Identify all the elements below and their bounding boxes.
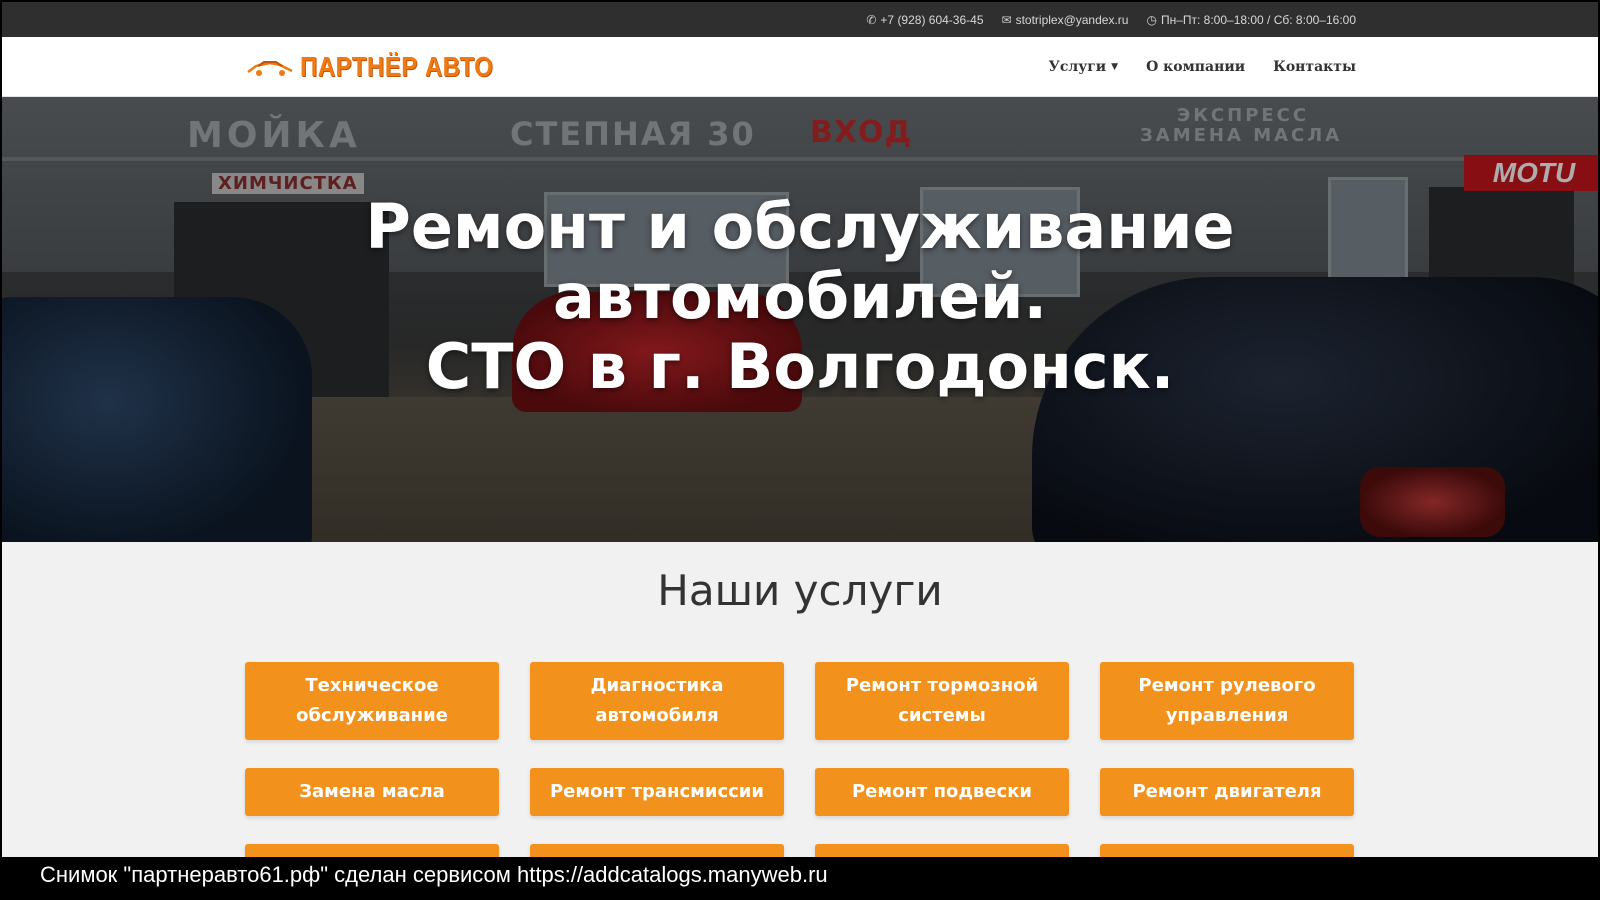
email-address: stotriplex@yandex.ru — [1015, 12, 1129, 27]
hero-banner: МОЙКА СТЕПНАЯ 30 ВХОД ХИМЧИСТКА ЭКСПРЕСС… — [2, 97, 1598, 542]
service-label: Техническое — [305, 675, 439, 696]
clock-icon: ◷ — [1146, 12, 1157, 27]
browser-viewport: ✆ +7 (928) 604-36-45 ✉ stotriplex@yandex… — [2, 2, 1598, 857]
nav-item-about[interactable]: О компании — [1146, 59, 1245, 75]
service-label: Ремонт рулевого — [1138, 675, 1316, 696]
service-brakes-button[interactable]: Ремонт тормозной системы — [815, 662, 1069, 740]
nav-item-services[interactable]: Услуги ▼ — [1048, 59, 1118, 75]
service-label: Ремонт тормозной — [845, 675, 1039, 696]
service-label: Ремонт подвески — [851, 781, 1033, 802]
service-maintenance-button[interactable]: Техническое обслуживание — [245, 662, 499, 740]
phone-number: +7 (928) 604-36-45 — [880, 12, 984, 27]
envelope-icon: ✉ — [1001, 12, 1012, 27]
service-button-partial[interactable] — [1100, 844, 1354, 857]
service-transmission-button[interactable]: Ремонт трансмиссии — [530, 768, 784, 816]
service-label: обслуживание — [296, 705, 448, 726]
service-button-partial[interactable] — [245, 844, 499, 857]
service-label: Диагностика — [590, 675, 724, 696]
logo[interactable]: ПАРТНЁР АВТО — [246, 51, 525, 83]
service-diagnostics-button[interactable]: Диагностика автомобиля — [530, 662, 784, 740]
services-title: Наши услуги — [657, 566, 943, 615]
service-label: автомобиля — [595, 705, 719, 726]
service-label: Ремонт двигателя — [1132, 781, 1322, 802]
service-label: управления — [1165, 705, 1289, 726]
nav-label: Контакты — [1273, 59, 1356, 75]
hero-heading-line: автомобилей. — [552, 260, 1048, 333]
services-section: Наши услуги Техническое обслуживание Диаг… — [2, 542, 1598, 857]
nav-item-contacts[interactable]: Контакты — [1273, 59, 1356, 75]
service-button-partial[interactable] — [815, 844, 1069, 857]
service-engine-button[interactable]: Ремонт двигателя — [1100, 768, 1354, 816]
car-logo-icon — [247, 61, 293, 76]
hours-text: Пн–Пт: 8:00–18:00 / Сб: 8:00–16:00 — [1160, 12, 1356, 27]
service-label: Ремонт трансмиссии — [549, 781, 765, 802]
hero-heading: Ремонт и обслуживание автомобилей. СТО в… — [2, 192, 1598, 402]
logo-text: ПАРТНЁР АВТО — [300, 51, 494, 82]
service-suspension-button[interactable]: Ремонт подвески — [815, 768, 1069, 816]
service-button-partial[interactable] — [530, 844, 784, 857]
working-hours: ◷ Пн–Пт: 8:00–18:00 / Сб: 8:00–16:00 — [1146, 13, 1356, 27]
service-label: Замена масла — [299, 781, 445, 802]
main-nav: Услуги ▼ О компании Контакты — [1048, 37, 1356, 97]
chevron-down-icon: ▼ — [1111, 62, 1119, 72]
email-contact[interactable]: ✉ stotriplex@yandex.ru — [1002, 13, 1129, 27]
service-label: системы — [898, 705, 986, 726]
site-header: ПАРТНЁР АВТО Услуги ▼ О компании Контакт… — [2, 37, 1598, 97]
nav-label: О компании — [1146, 59, 1246, 75]
screenshot-caption: Снимок "партнеравто61.рф" сделан сервисо… — [40, 862, 828, 887]
hero-heading-line: СТО в г. Волгодонск. — [425, 330, 1175, 403]
phone-contact[interactable]: ✆ +7 (928) 604-36-45 — [866, 13, 983, 27]
service-steering-button[interactable]: Ремонт рулевого управления — [1100, 662, 1354, 740]
top-info-bar: ✆ +7 (928) 604-36-45 ✉ stotriplex@yandex… — [2, 2, 1598, 37]
service-oil-change-button[interactable]: Замена масла — [245, 768, 499, 816]
nav-label: Услуги — [1048, 59, 1107, 75]
hero-heading-line: Ремонт и обслуживание — [365, 190, 1235, 263]
phone-icon: ✆ — [866, 12, 877, 27]
